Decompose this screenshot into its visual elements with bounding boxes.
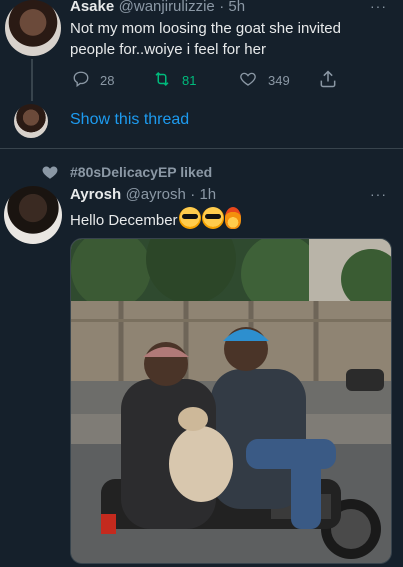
reply-button[interactable]: 28	[72, 70, 114, 91]
avatar-asake[interactable]	[5, 0, 61, 56]
liked-heart-icon	[40, 163, 60, 186]
retweet-count: 81	[182, 73, 197, 88]
tweet2-more-button[interactable]: ···	[370, 186, 387, 202]
retweet-button[interactable]: 81	[152, 70, 196, 91]
tweet2-media-image[interactable]	[70, 238, 392, 564]
tweet1-header: Asake @wanjirulizzie · 5h	[70, 0, 245, 16]
fire-emoji-icon	[224, 207, 241, 229]
liked-by-text[interactable]: #80sDelicacyEP liked	[70, 164, 212, 180]
tweet2-handle[interactable]: @ayrosh	[126, 186, 186, 203]
photo-motorcycle-goat	[71, 239, 391, 563]
show-thread-link[interactable]: Show this thread	[70, 111, 189, 129]
tweet2-author-name[interactable]: Ayrosh	[70, 186, 121, 203]
avatar-ayrosh[interactable]	[4, 186, 62, 244]
like-count: 349	[268, 73, 290, 88]
retweet-icon	[152, 70, 172, 91]
share-icon	[318, 69, 338, 92]
tweet1-text-line2: people for..woiye i feel for her	[70, 41, 266, 58]
divider	[0, 148, 403, 149]
thread-connector-line	[31, 59, 33, 101]
reply-count: 28	[100, 73, 115, 88]
tweet2-header: Ayrosh @ayrosh · 1h	[70, 186, 216, 204]
tweet1-text: Not my mom loosing the goat she invited …	[70, 18, 400, 60]
like-button[interactable]: 349	[238, 70, 290, 91]
tweet1-more-button[interactable]: ···	[370, 0, 387, 14]
sunglasses-emoji-icon	[201, 207, 224, 229]
heart-icon	[238, 70, 258, 91]
tweet1-handle[interactable]: @wanjirulizzie	[119, 0, 215, 15]
tweet1-author-name[interactable]: Asake	[70, 0, 114, 15]
avatar-asake-small[interactable]	[14, 104, 48, 138]
tweet1-text-line1: Not my mom loosing the goat she invited	[70, 20, 341, 37]
tweet2-text-row: Hello December	[70, 207, 241, 231]
sunglasses-emoji-icon	[178, 207, 201, 229]
tweet2-text: Hello December	[70, 212, 178, 229]
share-button[interactable]	[318, 69, 338, 92]
tweet2-time[interactable]: · 1h	[190, 186, 216, 203]
tweet1-time[interactable]: · 5h	[219, 0, 245, 15]
reply-icon	[72, 70, 90, 91]
